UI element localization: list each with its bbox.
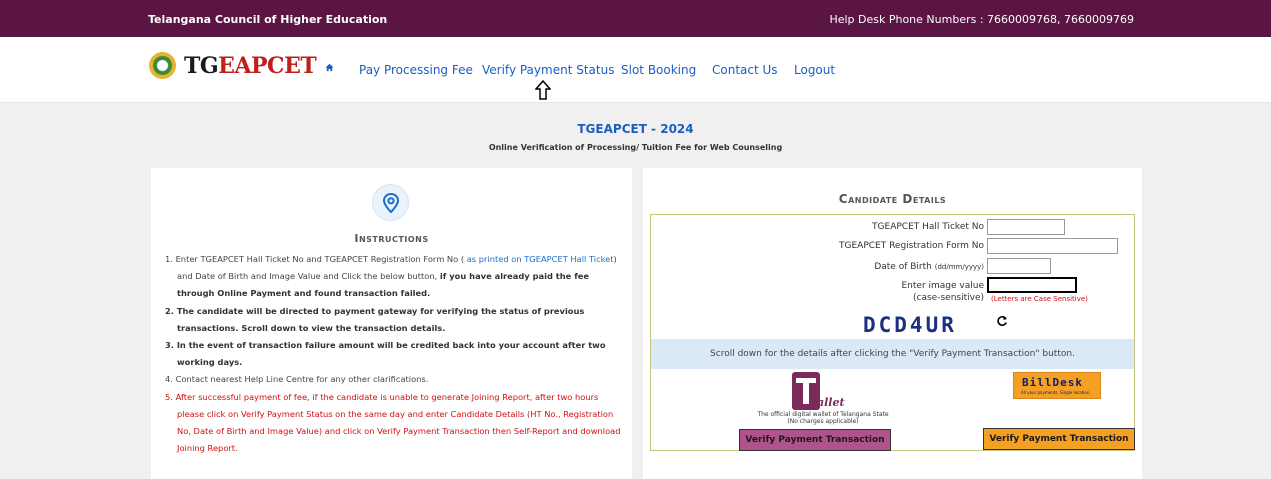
tgeapcet-emblem-icon [149, 52, 176, 79]
home-icon[interactable] [325, 62, 334, 75]
brand-suffix: EAPCET [218, 53, 317, 79]
brand-logo[interactable]: TGEAPCET [184, 53, 317, 79]
candidate-form: TGEAPCET Hall Ticket No TGEAPCET Registr… [650, 214, 1135, 451]
org-name: Telangana Council of Higher Education [148, 13, 388, 26]
dob-input[interactable] [987, 258, 1051, 274]
candidate-details-title: Candidate Details [838, 192, 947, 206]
case-sensitive-note: (Letters are Case Sensitive) [991, 295, 1088, 303]
candidate-details-panel: Candidate Details TGEAPCET Hall Ticket N… [643, 168, 1142, 479]
svg-text:allet: allet [817, 396, 845, 409]
navbar: TGEAPCET Pay Processing Fee Verify Payme… [0, 37, 1271, 103]
instruction-item: 2. The candidate will be directed to pay… [165, 305, 585, 333]
instructions-list: 1. Enter TGEAPCET Hall Ticket No and TGE… [165, 251, 625, 457]
image-value-label: Enter image value [901, 281, 985, 291]
billdesk-verify-button[interactable]: Verify Payment Transaction [983, 428, 1135, 450]
refresh-icon[interactable] [996, 315, 1008, 330]
top-bar: Telangana Council of Higher Education He… [0, 0, 1271, 37]
instruction-item: 1. Enter TGEAPCET Hall Ticket No and TGE… [165, 254, 617, 299]
helpdesk-numbers: Help Desk Phone Numbers : 7660009768, 76… [829, 13, 1134, 26]
instructions-title: Instructions [354, 232, 429, 245]
cursor-arrow-icon [534, 79, 552, 105]
nav-logout[interactable]: Logout [794, 63, 835, 77]
dob-label: Date of Birth (dd/mm/yyyy) [874, 262, 984, 272]
page-subtitle: Online Verification of Processing/ Tuiti… [488, 143, 783, 152]
nav-pay-processing-fee[interactable]: Pay Processing Fee [359, 63, 473, 77]
nav-slot-booking[interactable]: Slot Booking [621, 63, 696, 77]
billdesk-logo: BillDesk All your payments. Single locat… [1013, 372, 1101, 399]
twallet-verify-button[interactable]: Verify Payment Transaction [739, 429, 891, 451]
nav-contact-us[interactable]: Contact Us [712, 63, 778, 77]
instruction-item: 4. Contact nearest Help Line Centre for … [165, 374, 429, 385]
captcha-image: DCD4UR [863, 313, 957, 337]
instruction-item: 5. After successful payment of fee, if t… [165, 391, 621, 454]
reg-form-input[interactable] [987, 238, 1118, 254]
instruction-item: 3. In the event of transaction failure a… [165, 340, 606, 368]
brand-prefix: TG [184, 53, 219, 79]
scroll-note: Scroll down for the details after clicki… [651, 339, 1134, 369]
location-pin-icon [372, 184, 409, 221]
reg-form-label: TGEAPCET Registration Form No [839, 241, 984, 251]
nav-verify-payment-status[interactable]: Verify Payment Status [482, 63, 614, 77]
page-title: TGEAPCET - 2024 [577, 122, 694, 136]
hall-ticket-label: TGEAPCET Hall Ticket No [872, 222, 984, 232]
twallet-logo: allet [792, 372, 846, 412]
instructions-panel: Instructions 1. Enter TGEAPCET Hall Tick… [151, 168, 632, 479]
image-value-input[interactable] [987, 277, 1077, 293]
twallet-caption: The official digital wallet of Telangana… [757, 411, 889, 425]
case-sensitive-label: (case-sensitive) [913, 293, 984, 303]
hall-ticket-input[interactable] [987, 219, 1065, 235]
